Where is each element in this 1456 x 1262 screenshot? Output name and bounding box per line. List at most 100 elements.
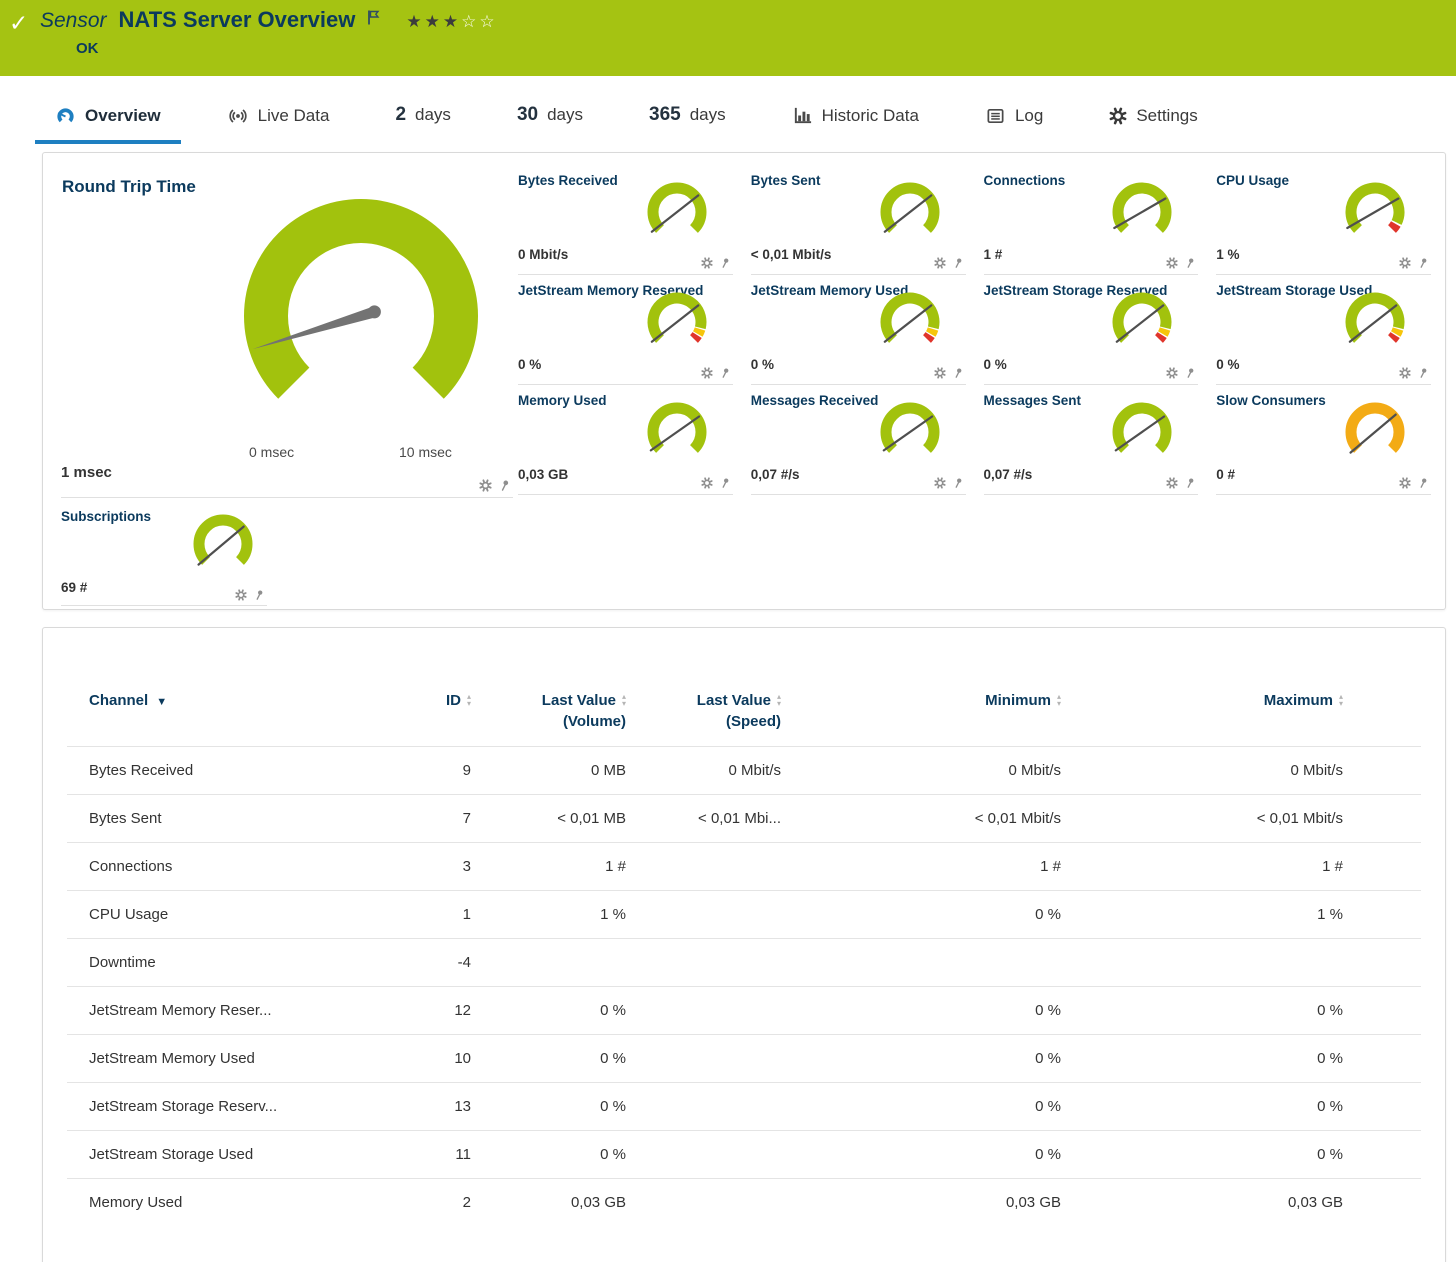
round-trip-min-label: 0 msec <box>249 444 294 460</box>
tab-historic-data[interactable]: Historic Data <box>772 97 939 144</box>
column-label: Channel <box>89 692 148 709</box>
pin-icon[interactable] <box>1184 257 1196 269</box>
cell-id: 2 <box>399 1179 481 1227</box>
priority-stars[interactable]: ★★★☆☆ <box>406 12 497 32</box>
status-check-icon: ✓ <box>9 10 28 37</box>
pin-icon[interactable] <box>1417 367 1429 379</box>
gear-icon[interactable] <box>934 367 946 379</box>
gauge-bytes-received <box>635 179 713 247</box>
gauge-tile-actions <box>934 367 964 379</box>
pin-icon[interactable] <box>952 477 964 489</box>
gear-icon[interactable] <box>1399 477 1411 489</box>
gauge-tile-title: Subscriptions <box>61 509 151 524</box>
gauge-tile-bytes-received: Bytes Received0 Mbit/s <box>518 165 733 275</box>
column-header-min[interactable]: Minimum▴▾ <box>791 678 1071 747</box>
gear-icon[interactable] <box>1166 257 1178 269</box>
round-trip-tile: Round Trip Time 0 msec 10 msec 1 msec <box>61 165 513 498</box>
cell-max <box>1071 939 1355 987</box>
table-row[interactable]: Memory Used20,03 GB0,03 GB0,03 GB <box>67 1179 1421 1227</box>
priority-flag-wrap <box>367 9 380 31</box>
tab-settings[interactable]: Settings <box>1089 98 1217 144</box>
table-row[interactable]: Connections31 #1 #1 # <box>67 843 1421 891</box>
pin-icon[interactable] <box>1417 477 1429 489</box>
pin-icon[interactable] <box>952 257 964 269</box>
tab-365-days[interactable]: 365days <box>629 96 746 144</box>
cell-channel: CPU Usage <box>67 891 399 939</box>
gauge-tile-title: Slow Consumers <box>1216 393 1326 408</box>
table-row[interactable]: JetStream Storage Reserv...130 %0 %0 % <box>67 1083 1421 1131</box>
gauge-tile-actions <box>1399 367 1429 379</box>
tab-number: 2 <box>395 104 406 126</box>
cell-spd <box>636 939 791 987</box>
gear-icon[interactable] <box>1166 367 1178 379</box>
gear-icon[interactable] <box>1166 477 1178 489</box>
pin-icon[interactable] <box>498 479 511 492</box>
tab-30-days[interactable]: 30days <box>497 96 603 144</box>
cell-max: 1 % <box>1071 891 1355 939</box>
gauge-tile-bytes-sent: Bytes Sent< 0,01 Mbit/s <box>751 165 966 275</box>
cell-actions <box>1355 939 1421 987</box>
pin-icon[interactable] <box>719 367 731 379</box>
table-row[interactable]: Downtime-4 <box>67 939 1421 987</box>
gauges-panel: Round Trip Time 0 msec 10 msec 1 msec By… <box>42 152 1446 610</box>
status-badge: OK <box>76 40 99 57</box>
pin-icon[interactable] <box>1184 367 1196 379</box>
column-label-line2: (Volume) <box>491 713 626 730</box>
gear-icon[interactable] <box>934 477 946 489</box>
gear-icon[interactable] <box>701 257 713 269</box>
tab-2-days[interactable]: 2days <box>375 96 471 144</box>
cell-channel: JetStream Storage Used <box>67 1131 399 1179</box>
cell-min: 0 % <box>791 1083 1071 1131</box>
cell-min: 1 # <box>791 843 1071 891</box>
column-header-spd[interactable]: Last Value▴▾(Speed) <box>636 678 791 747</box>
gauge-tile-jetstream-storage-used: JetStream Storage Used0 % <box>1216 275 1431 385</box>
gauge-tile-title: Bytes Received <box>518 173 618 188</box>
table-row[interactable]: Bytes Sent7< 0,01 MB< 0,01 Mbi...< 0,01 … <box>67 795 1421 843</box>
table-row[interactable]: JetStream Storage Used110 %0 %0 % <box>67 1131 1421 1179</box>
flag-icon[interactable] <box>367 9 380 26</box>
table-row[interactable]: CPU Usage11 %0 %1 % <box>67 891 1421 939</box>
column-label: ID <box>446 692 461 709</box>
gear-icon[interactable] <box>934 257 946 269</box>
gauge-tile-actions <box>1166 257 1196 269</box>
pin-icon[interactable] <box>719 477 731 489</box>
gear-icon[interactable] <box>1399 367 1411 379</box>
table-row[interactable]: JetStream Memory Reser...120 %0 %0 % <box>67 987 1421 1035</box>
pin-icon[interactable] <box>1184 477 1196 489</box>
gauge-tile-value: 0 # <box>1216 467 1235 482</box>
gauge-tile-messages-received: Messages Received0,07 #/s <box>751 385 966 495</box>
gauge-tile-title: CPU Usage <box>1216 173 1289 188</box>
column-header-id[interactable]: ID ▴▾ <box>399 678 481 747</box>
tab-live-data[interactable]: Live Data <box>207 98 350 144</box>
cell-vol: 0,03 GB <box>481 1179 636 1227</box>
pin-icon[interactable] <box>719 257 731 269</box>
gear-icon[interactable] <box>479 479 492 492</box>
cell-spd <box>636 1083 791 1131</box>
pin-icon[interactable] <box>1417 257 1429 269</box>
broadcast-icon <box>227 106 249 126</box>
column-header-max[interactable]: Maximum▴▾ <box>1071 678 1355 747</box>
gauge-tile-value: 0,03 GB <box>518 467 568 482</box>
cell-vol: 1 % <box>481 891 636 939</box>
gear-icon[interactable] <box>701 477 713 489</box>
pin-icon[interactable] <box>253 589 265 601</box>
gauge-messages-sent <box>1100 399 1178 467</box>
tab-bar: OverviewLive Data2days30days365daysHisto… <box>35 96 1456 144</box>
tab-log[interactable]: Log <box>965 98 1063 144</box>
table-row[interactable]: Bytes Received90 MB0 Mbit/s0 Mbit/s0 Mbi… <box>67 747 1421 795</box>
tab-label: days <box>690 105 726 125</box>
cell-min: 0 % <box>791 1131 1071 1179</box>
gear-icon[interactable] <box>701 367 713 379</box>
log-icon <box>985 106 1006 126</box>
gauge-tile-title: Messages Sent <box>984 393 1082 408</box>
gauge-tile-actions <box>1399 477 1429 489</box>
column-header-vol[interactable]: Last Value▴▾(Volume) <box>481 678 636 747</box>
table-row[interactable]: JetStream Memory Used100 %0 %0 % <box>67 1035 1421 1083</box>
round-trip-gauge-wrap <box>226 191 496 446</box>
gear-icon[interactable] <box>235 589 247 601</box>
tab-overview[interactable]: Overview <box>35 97 181 144</box>
column-header-channel[interactable]: Channel▼ <box>67 678 399 747</box>
sort-icon: ▴▾ <box>467 693 471 707</box>
gear-icon[interactable] <box>1399 257 1411 269</box>
pin-icon[interactable] <box>952 367 964 379</box>
